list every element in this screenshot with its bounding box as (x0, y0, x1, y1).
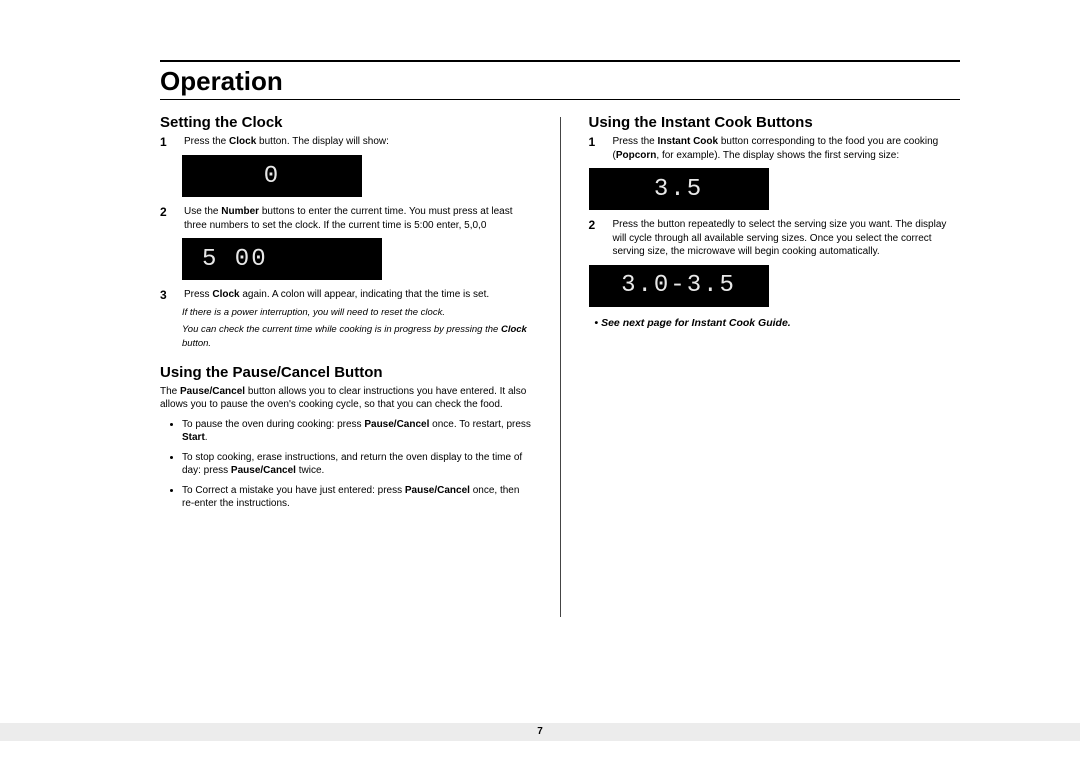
text: To pause the oven during cooking: press (182, 419, 364, 430)
text: again. A colon will appear, indicating t… (240, 289, 490, 300)
pause-cancel-intro: The Pause/Cancel button allows you to cl… (160, 385, 532, 412)
text: once. To restart, press (429, 419, 531, 430)
manual-page: Operation Setting the Clock 1 Press the … (0, 0, 1080, 763)
lcd-display-zero: 0 (182, 155, 362, 197)
instant-step-1: 1 Press the Instant Cook button correspo… (589, 135, 961, 162)
step-number: 1 (160, 135, 174, 149)
text: Press the (613, 136, 658, 147)
text: Press (184, 289, 212, 300)
bold-word: Pause/Cancel (180, 386, 245, 397)
page-number: 7 (537, 726, 543, 737)
section-setting-clock: Setting the Clock (160, 114, 532, 131)
columns: Setting the Clock 1 Press the Clock butt… (160, 108, 960, 608)
bold-word: Clock (229, 136, 256, 147)
page-footer: 7 (0, 723, 1080, 741)
bold-word: Pause/Cancel (231, 465, 296, 476)
bold-word: Pause/Cancel (364, 419, 429, 430)
bold-word: Clock (212, 289, 239, 300)
step-text: Use the Number buttons to enter the curr… (184, 205, 532, 232)
text: twice. (296, 465, 324, 476)
step-number: 2 (160, 205, 174, 232)
lcd-display-35: 3.5 (589, 168, 769, 210)
text: , for example). The display shows the fi… (656, 150, 899, 161)
section-instant-cook: Using the Instant Cook Buttons (589, 114, 961, 131)
text: . (205, 432, 208, 443)
see-next-note: See next page for Instant Cook Guide. (595, 317, 961, 329)
text: You can check the current time while coo… (182, 324, 501, 335)
lcd-display-500: 5 00 (182, 238, 382, 280)
instant-step-2: 2 Press the button repeatedly to select … (589, 218, 961, 259)
bold-word: Number (221, 206, 259, 217)
note-check-time: You can check the current time while coo… (182, 323, 532, 350)
lcd-display-range: 3.0-3.5 (589, 265, 769, 307)
column-divider (560, 117, 561, 617)
right-column: Using the Instant Cook Buttons 1 Press t… (589, 108, 961, 608)
section-pause-cancel: Using the Pause/Cancel Button (160, 364, 532, 381)
bullet-pause: To pause the oven during cooking: press … (182, 418, 532, 445)
text: To Correct a mistake you have just enter… (182, 485, 405, 496)
step-number: 3 (160, 288, 174, 302)
step-number: 2 (589, 218, 603, 259)
bullet-stop: To stop cooking, erase instructions, and… (182, 451, 532, 478)
page-title: Operation (160, 66, 960, 97)
under-rule (160, 99, 960, 100)
text: Use the (184, 206, 221, 217)
clock-step-2: 2 Use the Number buttons to enter the cu… (160, 205, 532, 232)
bold-word: Instant Cook (658, 136, 719, 147)
pause-cancel-bullets: To pause the oven during cooking: press … (170, 418, 532, 511)
bold-word: Popcorn (616, 150, 657, 161)
left-column: Setting the Clock 1 Press the Clock butt… (160, 108, 532, 608)
bold-word: Start (182, 432, 205, 443)
clock-step-3: 3 Press Clock again. A colon will appear… (160, 288, 532, 302)
step-text: Press the Clock button. The display will… (184, 135, 532, 149)
step-text: Press the Instant Cook button correspond… (613, 135, 961, 162)
text: Press the (184, 136, 229, 147)
note-power-interruption: If there is a power interruption, you wi… (182, 306, 532, 319)
text: The (160, 386, 180, 397)
step-text: Press Clock again. A colon will appear, … (184, 288, 532, 302)
bullet-correct: To Correct a mistake you have just enter… (182, 484, 532, 511)
bold-word: Clock (501, 324, 527, 335)
text: button. The display will show: (256, 136, 389, 147)
top-rule (160, 60, 960, 62)
step-text: Press the button repeatedly to select th… (613, 218, 961, 259)
step-number: 1 (589, 135, 603, 162)
bold-word: Pause/Cancel (405, 485, 470, 496)
clock-step-1: 1 Press the Clock button. The display wi… (160, 135, 532, 149)
text: button. (182, 338, 211, 349)
